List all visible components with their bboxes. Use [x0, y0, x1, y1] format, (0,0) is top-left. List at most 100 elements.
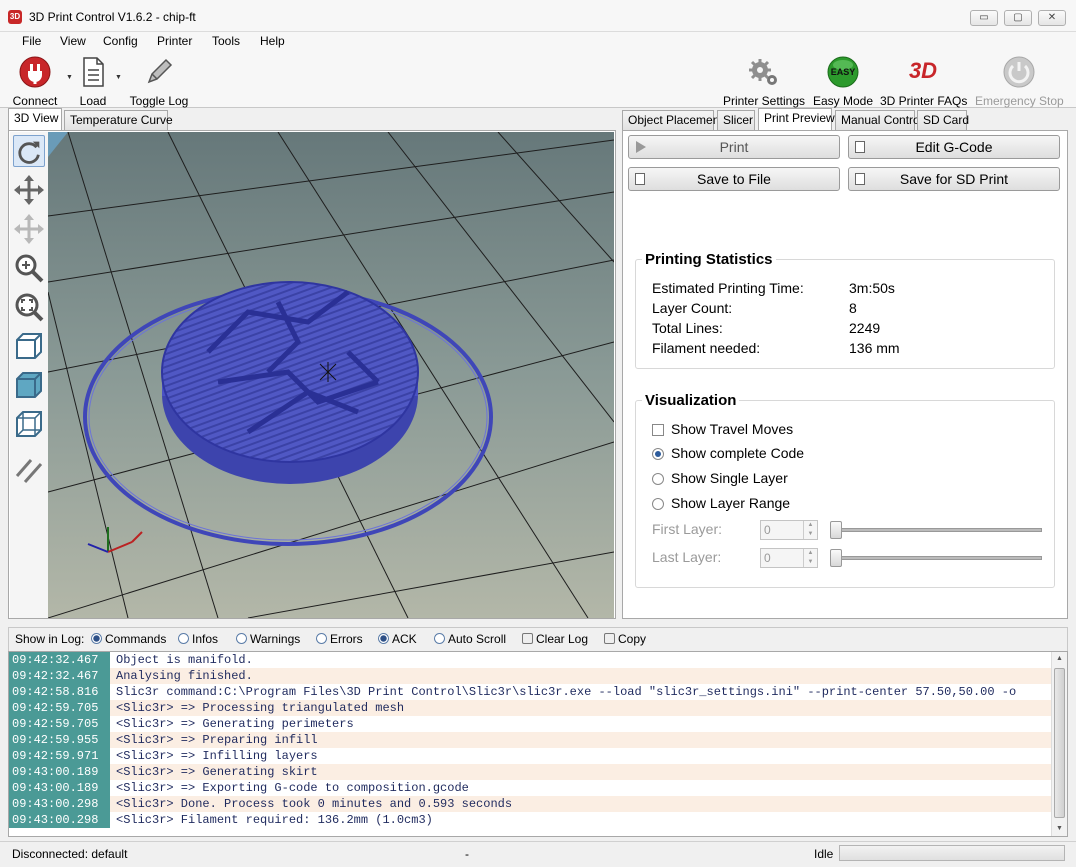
copy-button[interactable]: Copy [604, 632, 646, 646]
save-sd-button[interactable]: Save for SD Print [848, 167, 1060, 191]
first-layer-slider-track[interactable] [832, 528, 1042, 532]
move-object-icon[interactable] [13, 213, 45, 245]
stat-label: Estimated Printing Time: [652, 280, 804, 296]
connection-status: Disconnected: default [12, 847, 128, 861]
log-warnings-toggle[interactable]: Warnings [236, 632, 300, 646]
document-icon [855, 141, 865, 153]
minimize-button[interactable]: ▭ [970, 10, 998, 26]
tab-temperature-curve[interactable]: Temperature Curve [64, 110, 173, 130]
load-button[interactable]: Load [74, 56, 112, 108]
toggle-off-icon [178, 633, 189, 644]
last-layer-slider-track[interactable] [832, 556, 1042, 560]
log-commands-toggle[interactable]: Commands [91, 632, 166, 646]
log-row: 09:43:00.298 <Slic3r> Done. Process took … [9, 796, 1053, 812]
zoom-icon[interactable] [13, 252, 45, 284]
tab-manual-control[interactable]: Manual Control [835, 110, 922, 130]
log-timestamp: 09:42:32.467 [9, 668, 110, 684]
scroll-down-icon[interactable]: ▼ [1052, 822, 1067, 836]
log-view[interactable]: 09:42:32.467 Object is manifold. 09:42:32… [8, 651, 1068, 837]
document-icon [83, 57, 104, 87]
front-view-icon[interactable] [13, 330, 45, 362]
tab-print-preview[interactable]: Print Preview [758, 108, 835, 130]
save-to-file-button[interactable]: Save to File [628, 167, 840, 191]
spinner-arrows-icon[interactable]: ▲ ▼ [803, 521, 817, 539]
minimize-icon: ▭ [979, 12, 989, 23]
log-options-bar: Show in Log: Commands Infos Warnings Err… [8, 627, 1068, 651]
log-row: 09:42:59.705 <Slic3r> => Generating perim… [9, 716, 1053, 732]
last-layer-slider-thumb[interactable] [830, 549, 842, 567]
log-row: 09:43:00.298 <Slic3r> Filament required: … [9, 812, 1053, 828]
print-button[interactable]: Print [628, 135, 840, 159]
clear-log-button[interactable]: Clear Log [522, 632, 588, 646]
tab-object-placement[interactable]: Object Placement [622, 110, 723, 130]
log-row: 09:42:32.467 Analysing finished. [9, 668, 1053, 684]
floppy-icon [635, 173, 645, 185]
log-errors-toggle[interactable]: Errors [316, 632, 363, 646]
log-row: 09:42:58.816 Slic3r command:C:\Program Fi… [9, 684, 1053, 700]
connect-label: Connect [12, 94, 58, 108]
menu-printer[interactable]: Printer [157, 34, 192, 48]
stat-value: 136 mm [849, 340, 900, 356]
log-timestamp: 09:42:58.816 [9, 684, 110, 700]
fit-view-icon[interactable] [13, 291, 45, 323]
log-timestamp: 09:43:00.189 [9, 780, 110, 796]
radio-unselected[interactable] [652, 473, 664, 485]
stat-label: Total Lines: [652, 320, 723, 336]
load-dropdown-icon[interactable]: ▼ [115, 74, 122, 81]
faqs-label: 3D Printer FAQs [880, 94, 968, 108]
checkbox-box[interactable] [652, 424, 664, 436]
last-layer-spinner[interactable]: 0 ▲ ▼ [760, 548, 818, 568]
gears-icon [749, 59, 777, 85]
close-button[interactable]: ✕ [1038, 10, 1066, 26]
3d-viewport[interactable] [48, 132, 614, 618]
printer-faqs-button[interactable]: 3D 3D Printer FAQs [880, 56, 968, 108]
menu-file[interactable]: File [22, 34, 41, 48]
log-message: <Slic3r> => Infilling layers [116, 749, 318, 763]
toggle-log-button[interactable]: Toggle Log [126, 56, 192, 108]
radio-unselected[interactable] [652, 498, 664, 510]
print-preview-pane: Print Edit G-Code Save to File Save for … [622, 130, 1068, 619]
first-layer-spinner[interactable]: 0 ▲ ▼ [760, 520, 818, 540]
edit-gcode-button[interactable]: Edit G-Code [848, 135, 1060, 159]
scroll-thumb[interactable] [1054, 668, 1065, 818]
show-single-label: Show Single Layer [671, 470, 788, 486]
spinner-arrows-icon[interactable]: ▲ ▼ [803, 549, 817, 567]
log-timestamp: 09:42:32.467 [9, 652, 110, 668]
show-complete-label: Show complete Code [671, 445, 805, 461]
top-view-icon[interactable] [13, 369, 45, 401]
stat-value: 3m:50s [849, 280, 895, 296]
log-auto-scroll-toggle[interactable]: Auto Scroll [434, 632, 506, 646]
rotate-icon[interactable] [13, 135, 45, 167]
scroll-up-icon[interactable]: ▲ [1052, 652, 1067, 666]
printer-settings-button[interactable]: Printer Settings [722, 56, 806, 108]
ack-label: ACK [392, 632, 417, 646]
first-layer-slider-thumb[interactable] [830, 521, 842, 539]
close-icon: ✕ [1047, 12, 1057, 23]
tab-3d-view[interactable]: 3D View [8, 108, 62, 130]
move-icon[interactable] [13, 174, 45, 206]
parallel-projection-icon[interactable] [13, 454, 45, 486]
emergency-stop-button[interactable]: Emergency Stop [975, 56, 1064, 108]
log-infos-toggle[interactable]: Infos [178, 632, 218, 646]
commands-label: Commands [105, 632, 167, 646]
easy-mode-button[interactable]: EASY Easy Mode [812, 56, 874, 108]
connect-button[interactable]: Connect [8, 56, 62, 108]
menu-view[interactable]: View [60, 34, 86, 48]
printer-state: Idle [814, 847, 834, 861]
tab-sd-card[interactable]: SD Card [917, 110, 969, 130]
floppy-icon [855, 173, 865, 185]
menu-tools[interactable]: Tools [212, 34, 240, 48]
3d-view-pane [8, 130, 616, 619]
radio-selected[interactable] [652, 448, 664, 460]
emergency-stop-label: Emergency Stop [975, 94, 1064, 108]
tab-slicer[interactable]: Slicer [717, 110, 755, 130]
log-scrollbar[interactable]: ▲ ▼ [1051, 652, 1067, 836]
connect-dropdown-icon[interactable]: ▼ [66, 74, 73, 81]
toggle-off-icon [316, 633, 327, 644]
menu-config[interactable]: Config [103, 34, 138, 48]
menu-help[interactable]: Help [260, 34, 285, 48]
log-ack-toggle[interactable]: ACK [378, 632, 417, 646]
side-view-icon[interactable] [13, 408, 45, 440]
maximize-button[interactable]: ▢ [1004, 10, 1032, 26]
log-message: <Slic3r> => Generating perimeters [116, 717, 354, 731]
